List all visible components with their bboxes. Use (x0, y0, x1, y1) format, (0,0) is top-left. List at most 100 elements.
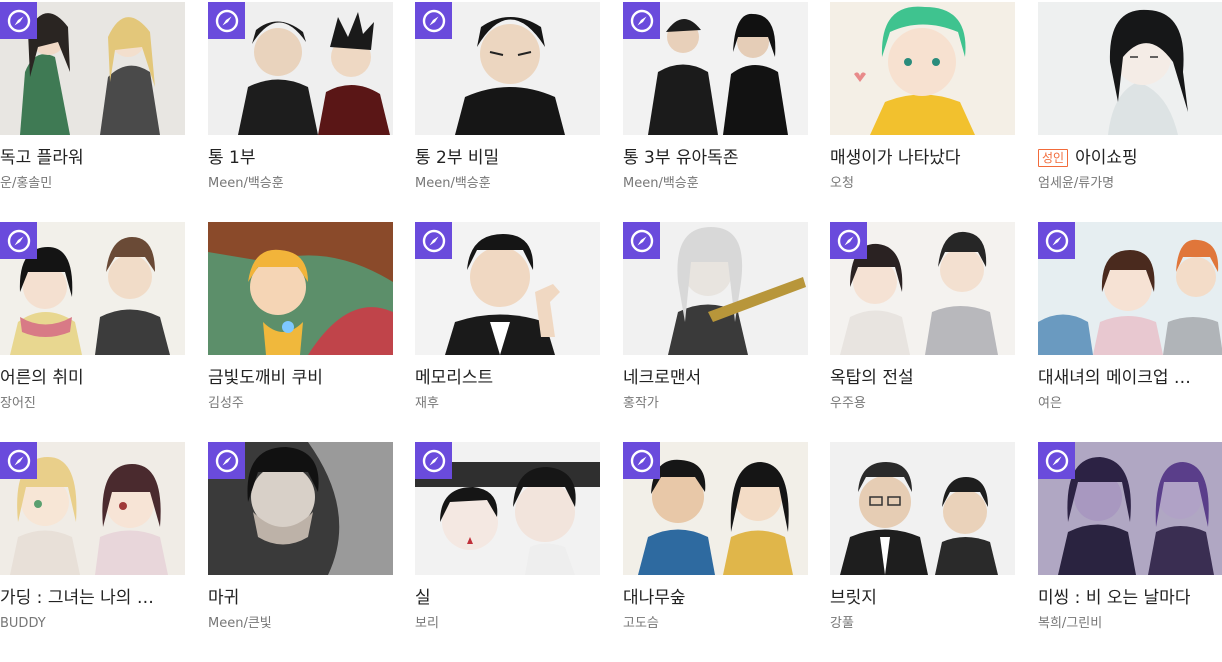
webtoon-title[interactable]: 대새녀의 메이크업 … (1038, 366, 1222, 390)
compass-badge (0, 2, 37, 39)
grid-row-2: 어른의 취미 장어진 금빛도깨비 쿠비 김성주 메모리스트 재후 네크로맨서 홍… (0, 222, 1222, 442)
webtoon-author: Meen/백승훈 (623, 176, 699, 191)
webtoon-card[interactable]: 대새녀의 메이크업 … 여은 (1038, 222, 1222, 413)
webtoon-author: 오청 (830, 176, 854, 191)
webtoon-card[interactable]: 매생이가 나타났다 오청 (830, 2, 1015, 193)
webtoon-thumbnail[interactable] (208, 222, 393, 355)
webtoon-thumbnail[interactable] (830, 222, 1015, 355)
webtoon-thumbnail[interactable] (415, 442, 600, 575)
adult-badge: 성인 (1038, 149, 1069, 167)
compass-badge (208, 442, 245, 479)
webtoon-thumbnail[interactable] (1038, 222, 1222, 355)
webtoon-thumbnail[interactable] (623, 2, 808, 135)
webtoon-author: Meen/큰빛 (208, 616, 272, 631)
compass-icon (630, 449, 653, 472)
webtoon-title[interactable]: 실 (415, 586, 600, 610)
webtoon-title[interactable]: 통 2부 비밀 (415, 146, 600, 170)
webtoon-card[interactable]: 메모리스트 재후 (415, 222, 600, 413)
webtoon-title[interactable]: 가딩 : 그녀는 나의 … (0, 586, 185, 610)
webtoon-grid: 독고 플라워 운/홍솔민 통 1부 Meen/백승훈 통 2부 비밀 Meen/… (0, 2, 1222, 662)
webtoon-card[interactable]: 대나무숲 고도슴 (623, 442, 808, 633)
webtoon-card[interactable]: 통 3부 유아독존 Meen/백승훈 (623, 2, 808, 193)
webtoon-title[interactable]: 통 3부 유아독존 (623, 146, 808, 170)
webtoon-card[interactable]: 네크로맨서 홍작가 (623, 222, 808, 413)
webtoon-card[interactable]: 성인 아이쇼핑 엄세윤/류가명 (1038, 2, 1222, 193)
compass-badge (623, 222, 660, 259)
webtoon-title[interactable]: 옥탑의 전설 (830, 366, 1015, 390)
compass-icon (837, 229, 860, 252)
webtoon-author: 강풀 (830, 616, 854, 631)
webtoon-title[interactable]: 매생이가 나타났다 (830, 146, 1015, 170)
webtoon-author: 장어진 (0, 396, 36, 411)
compass-icon (215, 449, 238, 472)
webtoon-thumbnail[interactable] (0, 442, 185, 575)
compass-icon (7, 229, 30, 252)
webtoon-card[interactable]: 미씽 : 비 오는 날마다 복희/그린비 (1038, 442, 1222, 633)
webtoon-thumbnail[interactable] (1038, 442, 1222, 575)
compass-icon (422, 449, 445, 472)
webtoon-title[interactable]: 독고 플라워 (0, 146, 185, 170)
webtoon-thumbnail[interactable] (208, 442, 393, 575)
webtoon-author: 엄세윤/류가명 (1038, 176, 1115, 191)
compass-icon (422, 229, 445, 252)
compass-icon (215, 9, 238, 32)
webtoon-title[interactable]: 네크로맨서 (623, 366, 808, 390)
webtoon-card[interactable]: 브릿지 강풀 (830, 442, 1015, 633)
compass-badge (208, 2, 245, 39)
webtoon-author: 복희/그린비 (1038, 616, 1103, 631)
webtoon-author: 보리 (415, 616, 439, 631)
grid-row-3: 가딩 : 그녀는 나의 … BUDDY 마귀 Meen/큰빛 실 보리 대나무숲… (0, 442, 1222, 662)
webtoon-author: 재후 (415, 396, 439, 411)
webtoon-card[interactable]: 마귀 Meen/큰빛 (208, 442, 393, 633)
webtoon-author: Meen/백승훈 (208, 176, 284, 191)
webtoon-title[interactable]: 마귀 (208, 586, 393, 610)
webtoon-title[interactable]: 대나무숲 (623, 586, 808, 610)
webtoon-title[interactable]: 메모리스트 (415, 366, 600, 390)
compass-badge (623, 442, 660, 479)
webtoon-thumbnail[interactable] (415, 222, 600, 355)
webtoon-thumbnail[interactable] (1038, 2, 1222, 135)
compass-badge (415, 442, 452, 479)
webtoon-title[interactable]: 미씽 : 비 오는 날마다 (1038, 586, 1222, 610)
compass-badge (623, 2, 660, 39)
compass-icon (7, 449, 30, 472)
webtoon-card[interactable]: 금빛도깨비 쿠비 김성주 (208, 222, 393, 413)
webtoon-author: 홍작가 (623, 396, 659, 411)
webtoon-card[interactable]: 독고 플라워 운/홍솔민 (0, 2, 185, 193)
compass-icon (630, 9, 653, 32)
webtoon-card[interactable]: 옥탑의 전설 우주용 (830, 222, 1015, 413)
thumbnail-art (1038, 2, 1222, 135)
webtoon-card[interactable]: 통 2부 비밀 Meen/백승훈 (415, 2, 600, 193)
webtoon-thumbnail[interactable] (623, 442, 808, 575)
webtoon-title[interactable]: 어른의 취미 (0, 366, 185, 390)
webtoon-thumbnail[interactable] (0, 222, 185, 355)
webtoon-card[interactable]: 어른의 취미 장어진 (0, 222, 185, 413)
webtoon-author: 운/홍솔민 (0, 176, 53, 191)
webtoon-title[interactable]: 성인 아이쇼핑 (1038, 146, 1222, 170)
webtoon-title[interactable]: 금빛도깨비 쿠비 (208, 366, 393, 390)
compass-badge (830, 222, 867, 259)
thumbnail-art (830, 2, 1015, 135)
compass-icon (1045, 449, 1068, 472)
compass-icon (1045, 229, 1068, 252)
compass-badge (0, 442, 37, 479)
webtoon-card[interactable]: 실 보리 (415, 442, 600, 633)
webtoon-thumbnail[interactable] (0, 2, 185, 135)
compass-icon (7, 9, 30, 32)
compass-badge (1038, 442, 1075, 479)
webtoon-title[interactable]: 브릿지 (830, 586, 1015, 610)
compass-badge (415, 222, 452, 259)
webtoon-card[interactable]: 가딩 : 그녀는 나의 … BUDDY (0, 442, 185, 633)
webtoon-card[interactable]: 통 1부 Meen/백승훈 (208, 2, 393, 193)
webtoon-author: 우주용 (830, 396, 866, 411)
compass-badge (0, 222, 37, 259)
thumbnail-art (830, 442, 1015, 575)
webtoon-title[interactable]: 통 1부 (208, 146, 393, 170)
webtoon-thumbnail[interactable] (623, 222, 808, 355)
webtoon-thumbnail[interactable] (415, 2, 600, 135)
webtoon-thumbnail[interactable] (830, 442, 1015, 575)
compass-icon (630, 229, 653, 252)
webtoon-thumbnail[interactable] (208, 2, 393, 135)
webtoon-thumbnail[interactable] (830, 2, 1015, 135)
webtoon-author: 김성주 (208, 396, 244, 411)
